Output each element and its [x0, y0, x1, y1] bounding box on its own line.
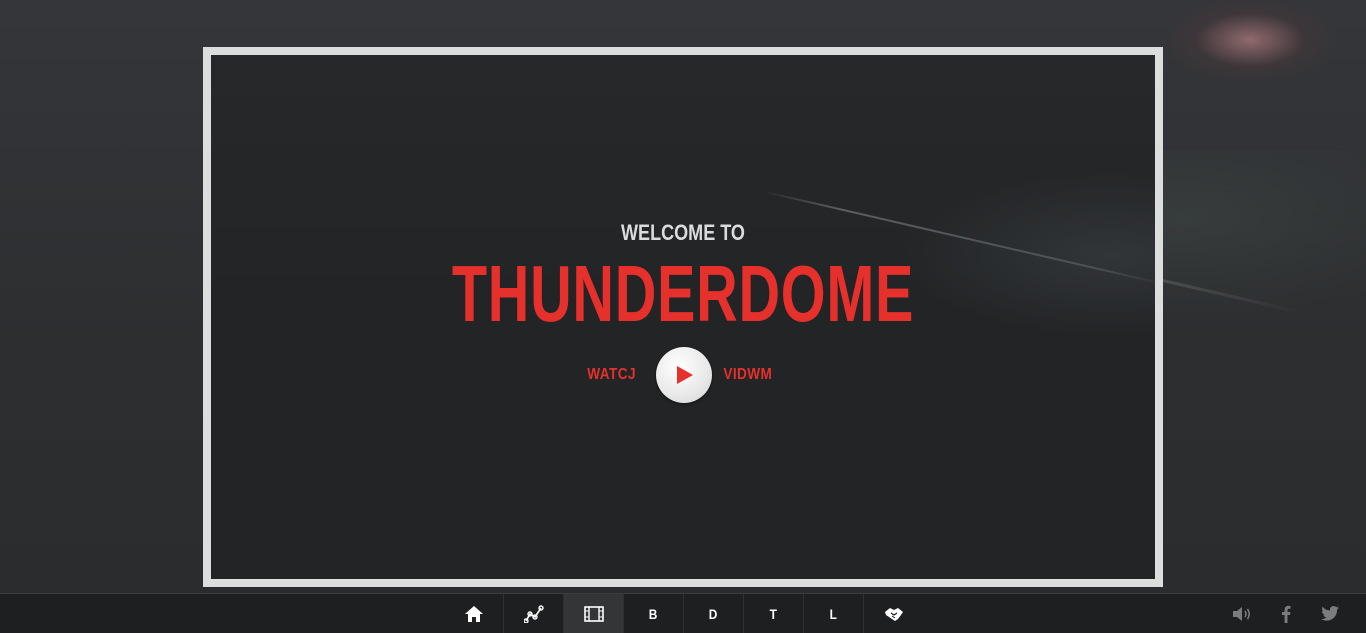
welcome-heading: WELCOME TO: [621, 220, 745, 245]
main-nav: B D T L: [444, 594, 923, 633]
watch-label[interactable]: WATCJ: [587, 366, 636, 384]
nav-label-b: B: [649, 605, 658, 622]
nav-label-t: T: [769, 605, 778, 622]
video-label[interactable]: VIDWM: [723, 366, 772, 384]
twitter-link[interactable]: [1320, 604, 1340, 624]
nav-item-t[interactable]: T: [743, 594, 803, 633]
volume-button[interactable]: [1232, 604, 1252, 624]
nav-item-l[interactable]: L: [803, 594, 863, 633]
handshake-icon: [884, 607, 903, 621]
twitter-icon: [1321, 606, 1339, 621]
home-icon: [464, 605, 483, 622]
volume-icon: [1233, 606, 1251, 621]
play-button[interactable]: [656, 347, 712, 403]
page-background: WELCOME TO THUNDERDOME WATCJ VIDWM B D T…: [0, 0, 1366, 633]
hero-section: WELCOME TO THUNDERDOME WATCJ VIDWM: [211, 55, 1155, 579]
play-icon: [677, 366, 693, 384]
facebook-icon: [1282, 605, 1291, 623]
nav-label-d: D: [709, 605, 718, 622]
nav-item-d[interactable]: D: [683, 594, 743, 633]
facebook-link[interactable]: [1276, 604, 1296, 624]
nav-label-l: L: [829, 605, 838, 622]
social-links: [1232, 594, 1340, 633]
video-frame[interactable]: WELCOME TO THUNDERDOME WATCJ VIDWM: [203, 47, 1163, 587]
site-title: THUNDERDOME: [451, 249, 915, 338]
nav-item-handshake[interactable]: [863, 594, 923, 633]
film-icon: [583, 605, 604, 622]
nav-item-home[interactable]: [444, 594, 503, 633]
nav-item-video[interactable]: [563, 594, 623, 633]
nav-item-b[interactable]: B: [623, 594, 683, 633]
bottom-navigation-bar: B D T L: [0, 593, 1366, 633]
nav-item-graph[interactable]: [503, 594, 563, 633]
line-graph-icon: [523, 604, 544, 623]
watch-video-row: WATCJ VIDWM: [211, 347, 1155, 403]
